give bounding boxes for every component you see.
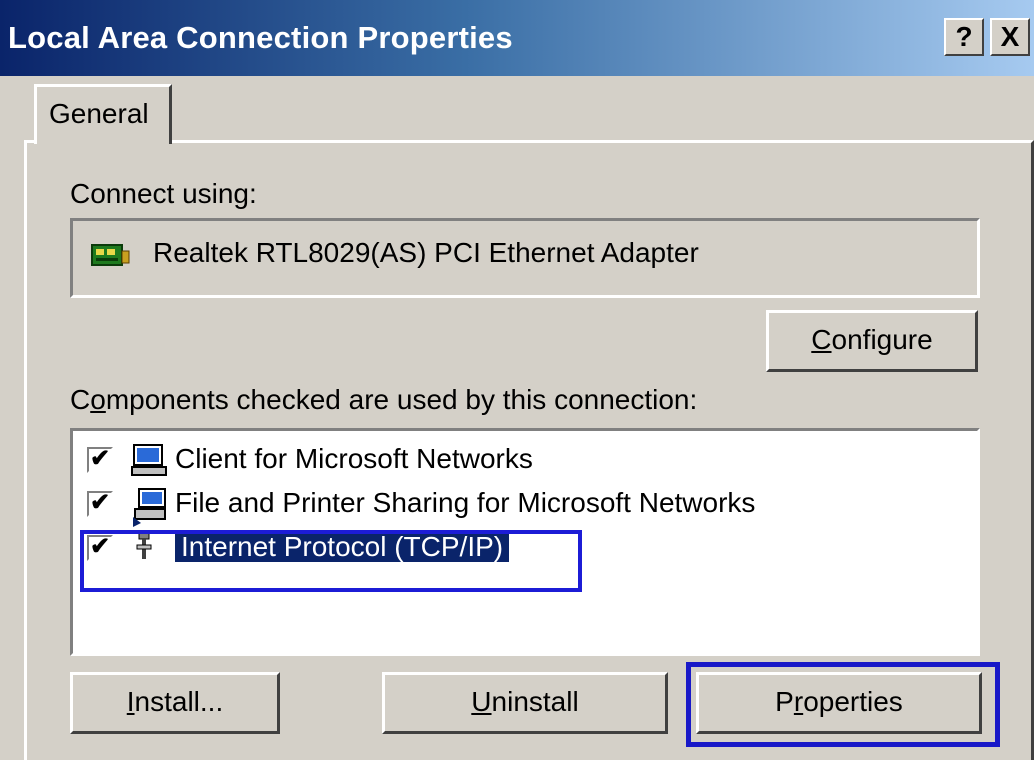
client-computer-icon bbox=[131, 443, 169, 484]
help-button[interactable]: ? bbox=[944, 18, 984, 56]
network-card-icon bbox=[91, 241, 131, 276]
printer-sharing-icon bbox=[131, 487, 169, 534]
connect-using-label: Connect using: bbox=[70, 178, 257, 209]
checkbox-file-printer-sharing[interactable]: ✔ bbox=[87, 491, 113, 517]
list-item-file-printer-sharing[interactable]: ✔ File and Printer Sharing for Microsoft… bbox=[87, 485, 967, 527]
checkbox-tcpip[interactable]: ✔ bbox=[87, 535, 113, 561]
list-item-label: Client for Microsoft Networks bbox=[175, 443, 533, 474]
protocol-icon bbox=[131, 531, 161, 574]
properties-button[interactable]: Properties bbox=[696, 672, 982, 734]
checkbox-client[interactable]: ✔ bbox=[87, 447, 113, 473]
install-button[interactable]: Install... bbox=[70, 672, 280, 734]
title-bar: Local Area Connection Properties ? X bbox=[0, 0, 1034, 76]
list-item-label: Internet Protocol (TCP/IP) bbox=[175, 531, 510, 562]
components-label: Components checked are used by this conn… bbox=[70, 384, 698, 415]
window-title: Local Area Connection Properties bbox=[8, 20, 513, 55]
components-list[interactable]: ✔ Client for Microsoft Networks ✔ File a… bbox=[70, 428, 980, 656]
list-item-label: File and Printer Sharing for Microsoft N… bbox=[175, 487, 756, 518]
close-button[interactable]: X bbox=[990, 18, 1030, 56]
adapter-field: Realtek RTL8029(AS) PCI Ethernet Adapter bbox=[70, 218, 980, 298]
list-item-tcpip[interactable]: ✔ Internet Protocol (TCP/IP) bbox=[87, 529, 587, 571]
adapter-name: Realtek RTL8029(AS) PCI Ethernet Adapter bbox=[153, 237, 699, 268]
list-item-client[interactable]: ✔ Client for Microsoft Networks bbox=[87, 441, 967, 483]
tab-general[interactable]: General bbox=[34, 84, 172, 144]
uninstall-button[interactable]: Uninstall bbox=[382, 672, 668, 734]
configure-button[interactable]: Configure bbox=[766, 310, 978, 372]
